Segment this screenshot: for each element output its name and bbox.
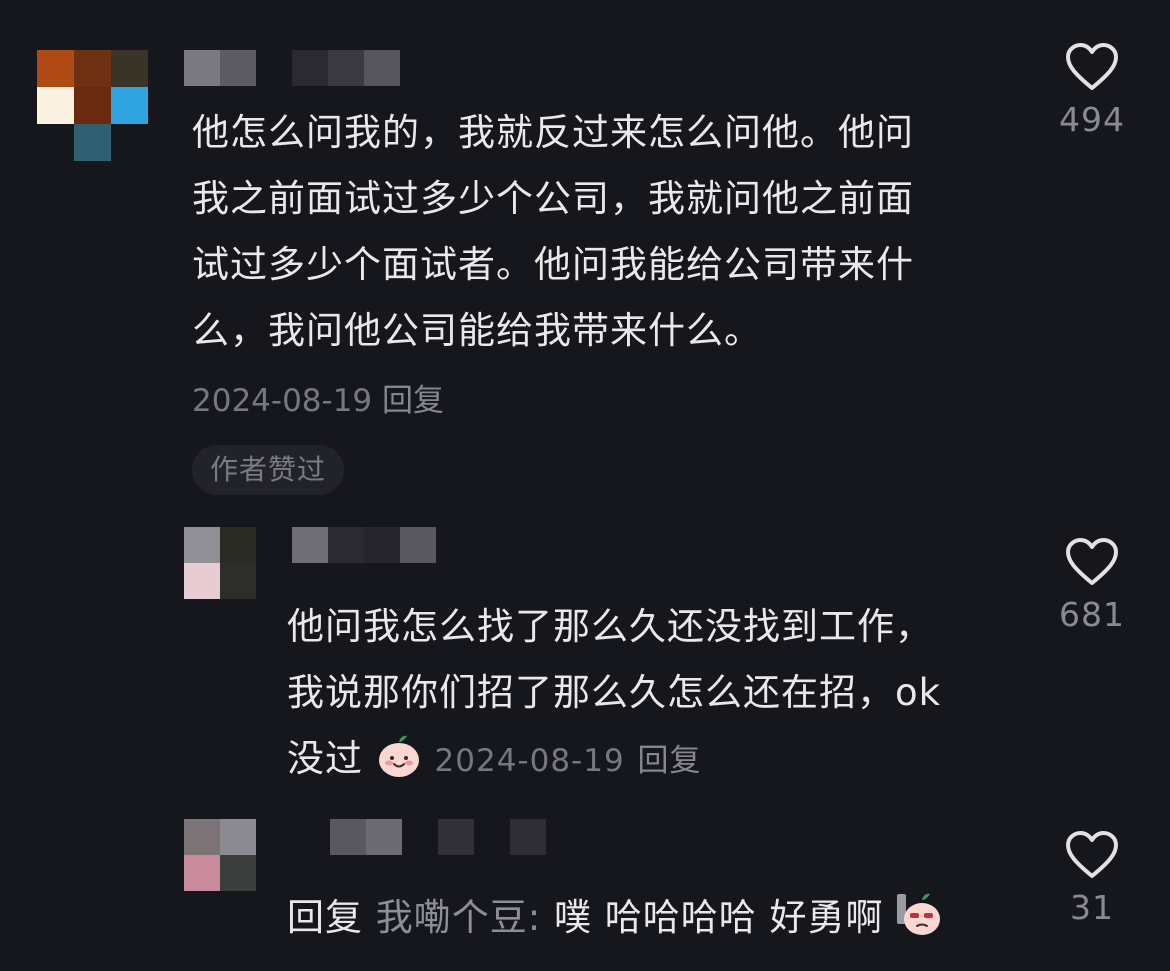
heart-outline-icon [1066,831,1118,878]
comment-line: 他问我怎么找了那么久还没找到工作， [287,605,933,648]
comment-meta: 2024-08-19 回复 [192,375,444,420]
username-blurred[interactable] [184,50,400,86]
comment-body: 他问我怎么找了那么久还没找到工作， 我说那你们招了那么久怎么还在招，ok 没过 … [287,594,941,794]
heart-outline-icon [1066,43,1118,90]
comment-body: 回复 我嘞个豆: 噗 哈哈哈哈 好勇啊 [287,885,942,951]
comment-date: 2024-08-19 [434,743,625,779]
author-liked-badge: 作者赞过 [192,445,345,495]
like-count: 31 [1070,888,1114,927]
peach-cool-emoji-icon [896,892,942,938]
comment-line: 试过多少个面试者。他问我能给公司带来什 [192,243,914,286]
like-count: 494 [1059,100,1125,139]
like-button[interactable]: 681 [1044,537,1140,634]
comment-line: 没过 [287,737,363,780]
avatar[interactable] [37,50,148,161]
reply-prefix: 回复 [287,896,363,939]
like-button[interactable]: 494 [1044,42,1140,139]
username-blurred[interactable] [330,819,546,855]
like-button[interactable]: 31 [1044,830,1140,927]
heart-outline-icon [1066,538,1118,585]
comment-line-last: 没过 2024-08-19 回复 [287,726,941,794]
comment-line: 我说那你们招了那么久怎么还在招，ok [287,671,942,714]
comment-line: 他怎么问我的，我就反过来怎么问他。他问 [192,111,914,154]
avatar[interactable] [184,819,256,891]
reply-button[interactable]: 回复 [382,383,444,419]
comment-text: 噗 哈哈哈哈 好勇啊 [554,896,884,939]
comment-line: 我之前面试过多少个公司，我就问他之前面 [192,177,914,220]
like-count: 681 [1059,595,1125,634]
peach-smile-emoji-icon [376,733,422,779]
comment-line: 么，我问他公司能给我带来什么。 [192,309,762,352]
avatar[interactable] [184,527,256,599]
username-blurred[interactable] [292,527,436,563]
comment-body: 他怎么问我的，我就反过来怎么问他。他问 我之前面试过多少个公司，我就问他之前面 … [192,100,914,364]
reply-target-user[interactable]: 我嘞个豆: [376,896,541,939]
comment-date: 2024-08-19 [192,383,373,419]
reply-button[interactable]: 回复 [637,743,701,779]
